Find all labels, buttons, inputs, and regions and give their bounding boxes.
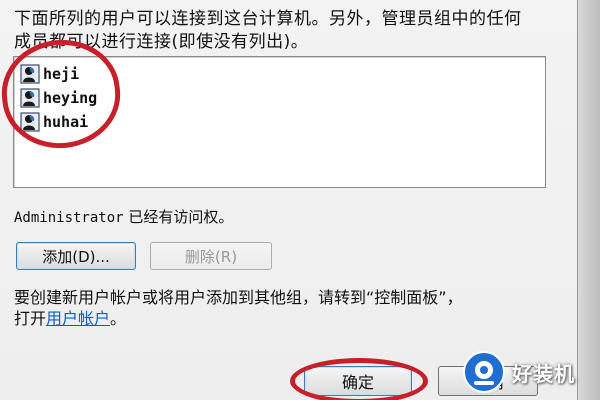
- hint-prefix: 打开: [14, 309, 47, 328]
- hint-line-2: 打开用户帐户。: [14, 308, 574, 329]
- watermark: 好装机: [462, 350, 596, 394]
- remove-user-button[interactable]: 删除(R): [150, 242, 272, 270]
- hint-suffix: 。: [110, 309, 127, 328]
- user-accounts-hint: 要创建新用户帐户或将用户添加到其他组，请转到“控制面板”， 打开用户帐户。: [14, 287, 574, 329]
- add-user-button[interactable]: 添加(D)...: [16, 242, 136, 270]
- admin-account-name: Administrator: [14, 210, 124, 226]
- window-edge: [577, 0, 600, 400]
- admin-access-note: Administrator 已经有访问权。: [14, 206, 233, 227]
- user-accounts-link[interactable]: 用户帐户: [46, 309, 110, 328]
- description-line-1: 下面所列的用户可以连接到这台计算机。另外，管理员组中的任何: [14, 9, 522, 29]
- watermark-text: 好装机: [512, 361, 575, 386]
- dialog-description: 下面所列的用户可以连接到这台计算机。另外，管理员组中的任何 成员都可以进行连接(…: [14, 8, 559, 54]
- annotation-circle-ok: [290, 358, 428, 400]
- haozhuangji-logo: [463, 351, 505, 393]
- hint-line-1: 要创建新用户帐户或将用户添加到其他组，请转到“控制面板”，: [14, 288, 463, 307]
- remote-desktop-users-dialog: 下面所列的用户可以连接到这台计算机。另外，管理员组中的任何 成员都可以进行连接(…: [0, 0, 600, 400]
- admin-access-text: 已经有访问权。: [123, 208, 234, 226]
